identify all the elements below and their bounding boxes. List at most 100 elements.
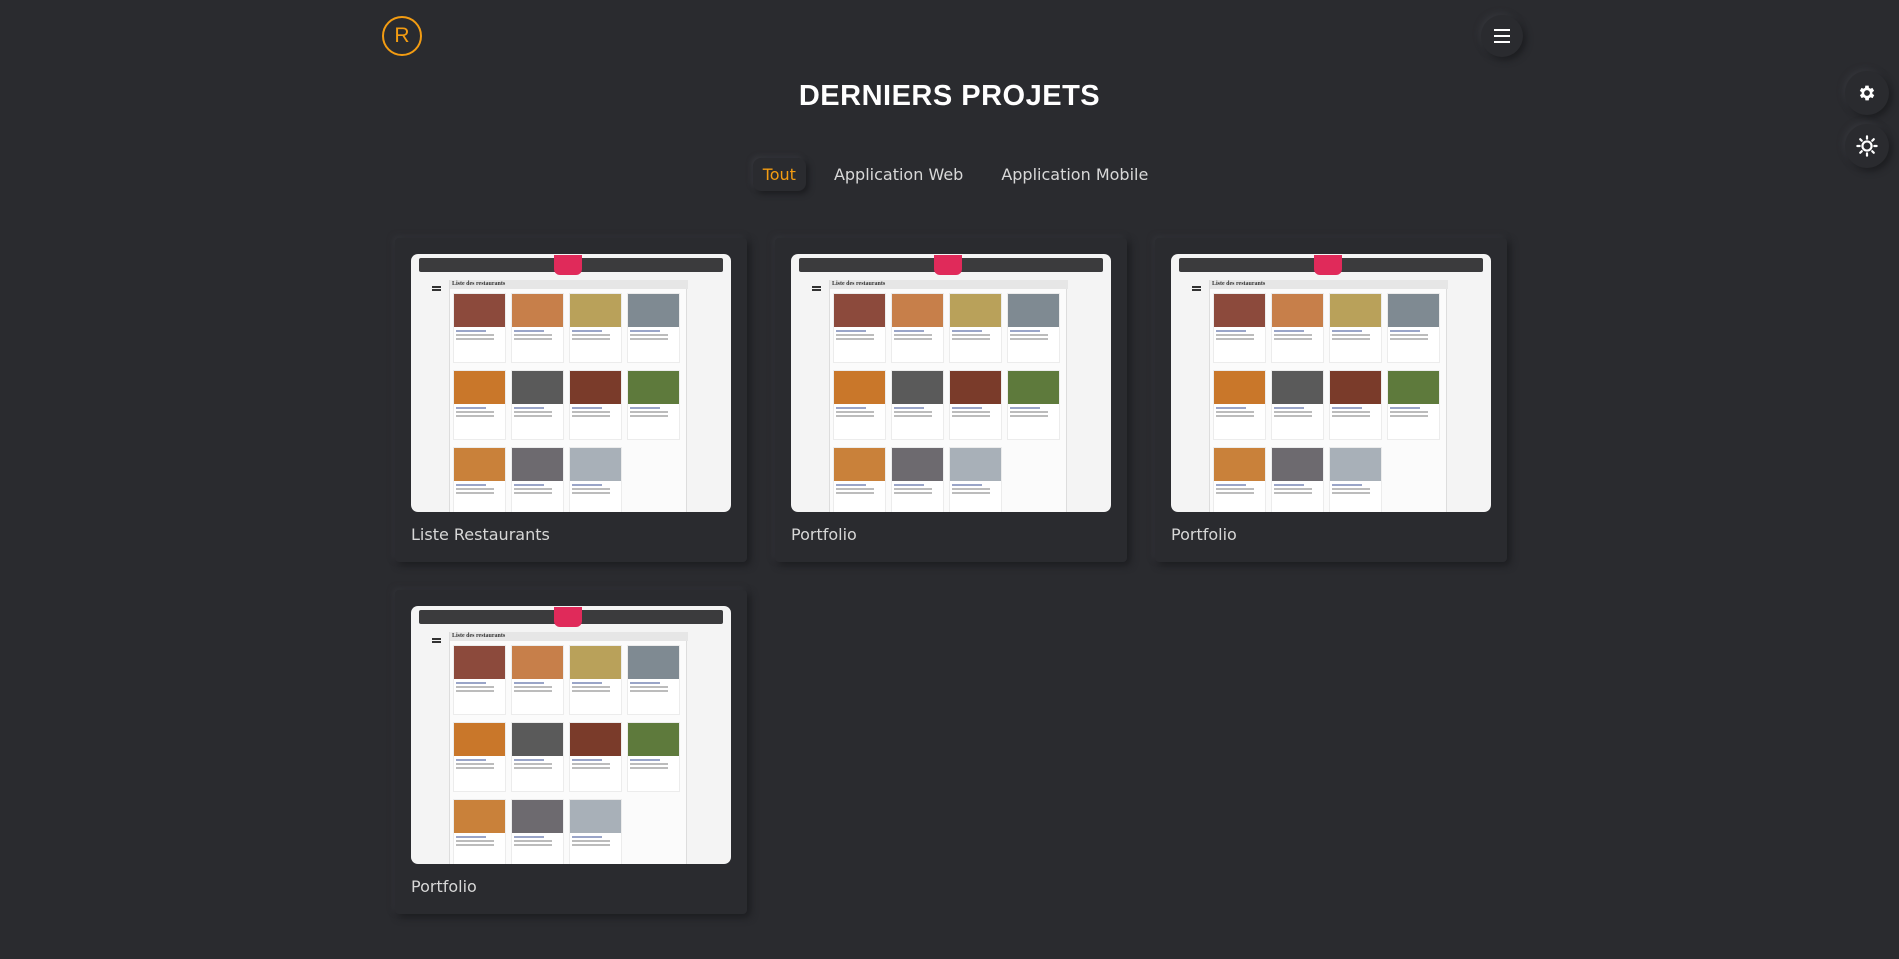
project-thumbnail: Liste des restaurants bbox=[1171, 254, 1491, 512]
thumbnail-text-line bbox=[894, 334, 932, 336]
thumbnail-restaurant-photo bbox=[1330, 448, 1381, 481]
thumbnail-text-line bbox=[630, 411, 668, 413]
thumbnail-text-line bbox=[1274, 330, 1304, 332]
thumbnail-text-line bbox=[1216, 488, 1254, 490]
thumbnail-restaurant-photo bbox=[1214, 294, 1265, 327]
thumbnail-text-line bbox=[836, 415, 874, 417]
sun-icon bbox=[1856, 135, 1878, 157]
thumbnail-text-line bbox=[456, 330, 486, 332]
thumbnail-restaurant-card bbox=[569, 370, 622, 440]
project-card[interactable]: Liste des restaurants Portfolio bbox=[1155, 238, 1507, 562]
thumbnail-menu-icon bbox=[432, 286, 441, 291]
project-card[interactable]: Liste des restaurants Liste Restaurants bbox=[395, 238, 747, 562]
thumbnail-text-line bbox=[572, 415, 610, 417]
thumbnail-text-line bbox=[514, 407, 544, 409]
thumbnail-text-line bbox=[1332, 338, 1370, 340]
thumbnail-text-line bbox=[572, 836, 602, 838]
thumbnail-text-line bbox=[1332, 334, 1370, 336]
thumbnail-text-line bbox=[514, 763, 552, 765]
thumbnail-text-line bbox=[456, 334, 494, 336]
thumbnail-text-line bbox=[456, 686, 494, 688]
thumbnail-restaurant-card bbox=[511, 370, 564, 440]
thumbnail-text-line bbox=[1332, 330, 1362, 332]
thumbnail-text-line bbox=[1274, 407, 1304, 409]
project-filter-tabs: Tout Application Web Application Mobile bbox=[0, 158, 1899, 191]
thumbnail-restaurant-photo bbox=[834, 371, 885, 404]
thumbnail-text-line bbox=[1216, 334, 1254, 336]
thumbnail-text-line bbox=[952, 484, 982, 486]
thumbnail-text-line bbox=[630, 763, 668, 765]
thumbnail-text-line bbox=[514, 484, 544, 486]
thumbnail-text-line bbox=[1010, 407, 1040, 409]
thumbnail-text-line bbox=[836, 488, 874, 490]
project-card[interactable]: Liste des restaurants Portfolio bbox=[775, 238, 1127, 562]
thumbnail-text-line bbox=[836, 407, 866, 409]
thumbnail-text-line bbox=[514, 415, 552, 417]
section-title: DERNIERS PROJETS bbox=[798, 80, 1101, 112]
thumbnail-restaurant-photo bbox=[454, 371, 505, 404]
thumbnail-text-line bbox=[1332, 407, 1362, 409]
thumbnail-text-line bbox=[1274, 334, 1312, 336]
thumbnail-text-line bbox=[894, 330, 924, 332]
thumbnail-restaurant-card bbox=[511, 722, 564, 792]
project-title: Portfolio bbox=[791, 525, 857, 544]
filter-tab-mobile-app[interactable]: Application Mobile bbox=[991, 158, 1158, 191]
thumbnail-text-line bbox=[894, 407, 924, 409]
thumbnail-restaurant-photo bbox=[628, 646, 679, 679]
thumbnail-content-panel: Liste des restaurants bbox=[829, 280, 1068, 512]
thumbnail-restaurant-card bbox=[627, 722, 680, 792]
thumbnail-restaurant-photo bbox=[892, 294, 943, 327]
thumbnail-restaurant-card bbox=[1329, 293, 1382, 363]
thumbnail-content-panel: Liste des restaurants bbox=[1209, 280, 1448, 512]
thumbnail-restaurant-card bbox=[1271, 447, 1324, 512]
thumbnail-text-line bbox=[952, 334, 990, 336]
thumbnail-restaurant-card bbox=[1007, 370, 1060, 440]
thumbnail-restaurant-photo bbox=[1214, 448, 1265, 481]
thumbnail-restaurant-card bbox=[569, 293, 622, 363]
thumbnail-text-line bbox=[1390, 407, 1420, 409]
thumbnail-text-line bbox=[572, 844, 610, 846]
thumbnail-text-line bbox=[572, 682, 602, 684]
thumbnail-text-line bbox=[894, 338, 932, 340]
thumbnail-text-line bbox=[572, 334, 610, 336]
thumbnail-text-line bbox=[456, 338, 494, 340]
thumbnail-text-line bbox=[572, 330, 602, 332]
thumbnail-text-line bbox=[1216, 330, 1246, 332]
thumbnail-restaurant-photo bbox=[570, 294, 621, 327]
thumbnail-restaurant-card bbox=[627, 370, 680, 440]
thumbnail-text-line bbox=[456, 763, 494, 765]
thumbnail-text-line bbox=[572, 840, 610, 842]
thumbnail-restaurant-card bbox=[833, 370, 886, 440]
thumbnail-restaurant-photo bbox=[454, 723, 505, 756]
site-logo[interactable]: R bbox=[382, 16, 422, 56]
thumbnail-text-line bbox=[952, 330, 982, 332]
thumbnail-restaurant-card bbox=[569, 645, 622, 715]
thumbnail-restaurant-photo bbox=[1008, 294, 1059, 327]
filter-tab-all[interactable]: Tout bbox=[753, 158, 806, 191]
thumbnail-restaurant-photo bbox=[628, 371, 679, 404]
thumbnail-text-line bbox=[1332, 415, 1370, 417]
hamburger-menu-button[interactable] bbox=[1481, 15, 1523, 57]
thumbnail-text-line bbox=[836, 338, 874, 340]
thumbnail-text-line bbox=[630, 682, 660, 684]
thumbnail-restaurant-photo bbox=[1272, 294, 1323, 327]
thumbnail-restaurant-photo bbox=[950, 294, 1001, 327]
thumbnail-text-line bbox=[1216, 338, 1254, 340]
project-card[interactable]: Liste des restaurants Portfolio bbox=[395, 590, 747, 914]
thumbnail-restaurant-photo bbox=[512, 723, 563, 756]
thumbnail-restaurant-photo bbox=[512, 646, 563, 679]
thumbnail-restaurant-card bbox=[1213, 370, 1266, 440]
thumbnail-text-line bbox=[1332, 411, 1370, 413]
thumbnail-content-panel: Liste des restaurants bbox=[449, 280, 688, 512]
thumbnail-restaurant-photo bbox=[628, 294, 679, 327]
thumbnail-restaurant-card bbox=[453, 293, 506, 363]
thumbnail-restaurant-photo bbox=[512, 448, 563, 481]
thumbnail-restaurant-card bbox=[1271, 370, 1324, 440]
thumbnail-text-line bbox=[572, 686, 610, 688]
thumbnail-restaurant-card bbox=[511, 447, 564, 512]
project-title: Liste Restaurants bbox=[411, 525, 550, 544]
thumbnail-text-line bbox=[952, 338, 990, 340]
thumbnail-restaurant-photo bbox=[1214, 371, 1265, 404]
thumbnail-text-line bbox=[1390, 415, 1428, 417]
filter-tab-web-app[interactable]: Application Web bbox=[824, 158, 973, 191]
